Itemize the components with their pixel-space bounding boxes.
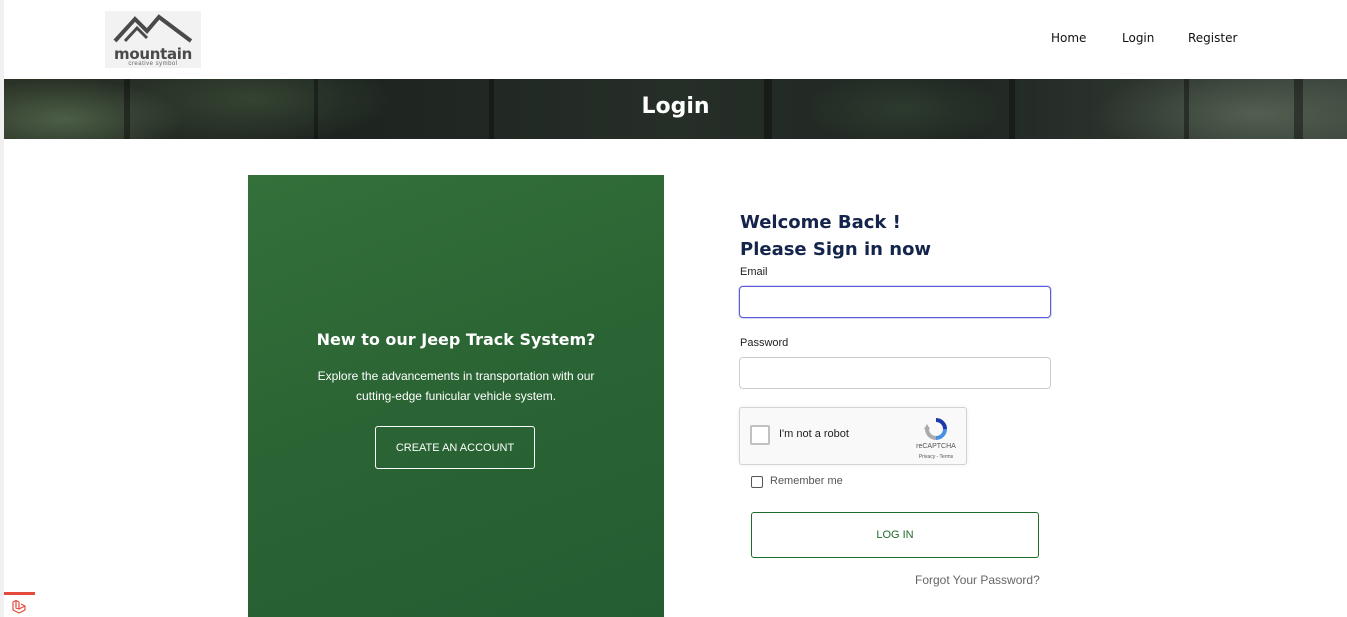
laravel-icon [12, 599, 26, 614]
welcome-line: Welcome Back ! [740, 212, 901, 233]
recaptcha-label: I'm not a robot [779, 428, 849, 440]
forgot-password-link[interactable]: Forgot Your Password? [915, 573, 1040, 587]
remember-me-checkbox[interactable] [751, 476, 763, 488]
nav-login-link[interactable]: Login [1122, 31, 1154, 45]
page-title: Login [641, 94, 710, 119]
recaptcha-widget: I'm not a robot reCAPTCHA Privacy - Term… [739, 407, 967, 465]
mountain-logo[interactable]: mountain creative symbol [105, 11, 201, 68]
nav-home-link[interactable]: Home [1051, 31, 1086, 45]
register-promo-panel: New to our Jeep Track System? Explore th… [248, 175, 664, 617]
login-button[interactable]: LOG IN [751, 512, 1039, 558]
login-heading: Welcome Back ! Please Sign in now [740, 209, 931, 263]
laravel-badge[interactable] [4, 592, 35, 617]
password-field[interactable] [739, 357, 1051, 389]
create-account-button[interactable]: CREATE AN ACCOUNT [375, 426, 535, 469]
mountain-logo-icon [113, 14, 193, 43]
page-banner: Login [4, 79, 1347, 139]
email-label: Email [740, 266, 768, 278]
site-header: mountain creative symbol Home Login Regi… [4, 0, 1347, 79]
recaptcha-icon [924, 418, 947, 440]
sign-in-line: Please Sign in now [740, 239, 932, 260]
password-label: Password [740, 337, 789, 349]
recaptcha-checkbox[interactable] [750, 425, 770, 445]
logo-tagline: creative symbol [128, 61, 178, 67]
promo-description: Explore the advancements in transportati… [317, 369, 595, 403]
recaptcha-brand: reCAPTCHA [916, 443, 956, 450]
recaptcha-terms[interactable]: Privacy - Terms [910, 454, 962, 460]
promo-heading: New to our Jeep Track System? [316, 330, 596, 349]
email-field[interactable] [739, 286, 1051, 318]
nav-register-link[interactable]: Register [1188, 31, 1237, 45]
remember-me-label[interactable]: Remember me [770, 475, 843, 487]
